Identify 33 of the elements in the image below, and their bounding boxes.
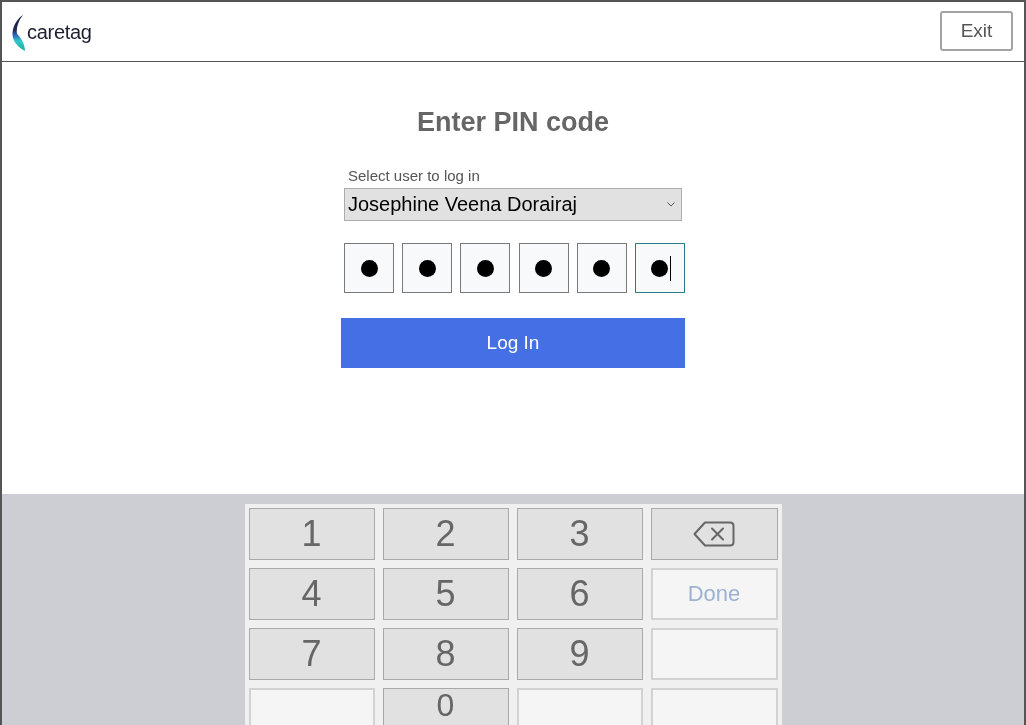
dot-icon <box>593 259 611 277</box>
user-dropdown[interactable]: Josephine Veena Dorairaj <box>344 188 682 221</box>
digit-key[interactable]: 9 <box>516 628 643 680</box>
dot-icon <box>360 259 378 277</box>
digit-key[interactable]: 2 <box>382 508 509 560</box>
login-button[interactable]: Log In <box>341 318 685 368</box>
dot-icon <box>418 259 436 277</box>
digit-key[interactable]: 0 <box>382 688 509 725</box>
digit-key[interactable]: 4 <box>248 568 375 620</box>
chevron-down-icon <box>667 202 675 207</box>
dot-icon <box>476 259 494 277</box>
digit-key[interactable]: 5 <box>382 568 509 620</box>
digit-key[interactable]: 1 <box>248 508 375 560</box>
page-title: Enter PIN code <box>416 106 609 138</box>
digit-key[interactable]: 7 <box>248 628 375 680</box>
pin-digit-field[interactable] <box>576 243 627 293</box>
pin-digit-field[interactable] <box>518 243 569 293</box>
logo-leaf-icon <box>12 14 26 51</box>
pin-digit-field[interactable] <box>402 243 453 293</box>
dot-icon <box>535 259 553 277</box>
digit-key[interactable]: 8 <box>382 628 509 680</box>
digit-key[interactable]: 3 <box>516 508 643 560</box>
backspace-key[interactable] <box>650 508 778 560</box>
pin-digit-field[interactable] <box>634 243 685 293</box>
logo-text: caretag <box>27 20 92 43</box>
backspace-icon <box>693 521 735 547</box>
dot-icon <box>651 259 669 277</box>
digit-key[interactable]: 6 <box>516 568 643 620</box>
pin-digit-field[interactable] <box>460 243 511 293</box>
pin-digit-field[interactable] <box>344 243 394 293</box>
text-cursor-icon <box>669 256 671 281</box>
exit-button[interactable]: Exit <box>940 11 1013 51</box>
user-select-label: Select user to log in <box>348 167 480 184</box>
